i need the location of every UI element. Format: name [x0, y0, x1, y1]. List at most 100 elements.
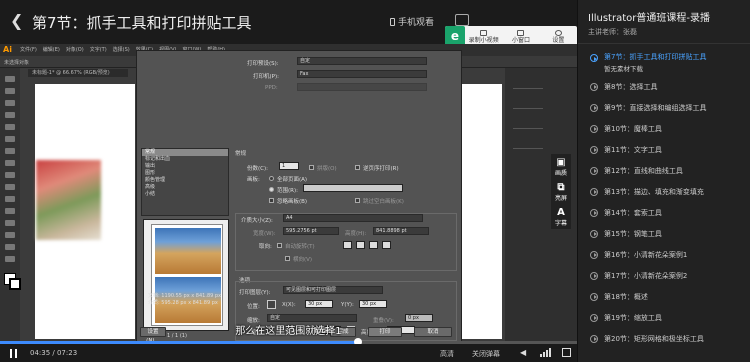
print-layers-select[interactable]: 可见图层和可打印图层 [283, 286, 383, 294]
quality-icon: ▣ [556, 157, 566, 168]
mini-window-button[interactable]: 小窗口 [502, 29, 539, 44]
phone-icon [390, 17, 395, 26]
lesson-item[interactable]: 第16节：小清新花朵案例1 [578, 244, 750, 265]
lesson-item[interactable]: 第12节：直线和曲线工具 [578, 160, 750, 181]
quality-button[interactable]: 高清 [440, 349, 454, 359]
volume-icon[interactable]: ◀ [520, 349, 530, 357]
player-controls: 04:35 / 07:23 高清 关闭弹幕 ◀ [0, 344, 577, 362]
print-preview [143, 219, 229, 331]
pencil-tool-icon [5, 172, 15, 178]
lesson-item[interactable]: 第15节：钢笔工具 [578, 223, 750, 244]
media-size-select[interactable]: A4 [283, 214, 423, 222]
lesson-item[interactable]: 第14节：套索工具 [578, 202, 750, 223]
doc-info-1: 文档: 1190.55 px x 841.89 px [148, 293, 222, 299]
time-display: 04:35 / 07:23 [30, 349, 78, 357]
height-field: 841.8898 pt [373, 227, 429, 235]
printer-select[interactable]: Fax [297, 70, 427, 78]
video-player: ❮ 第7节：抓手工具和打印拼贴工具 手机观看 e 录制小视频 小窗口 设置 Ai… [0, 0, 577, 362]
lesson-label: 第7节：抓手工具和打印拼贴工具 [604, 53, 707, 61]
subtitle-tool-label: 字幕 [554, 220, 567, 227]
category-item-output[interactable]: 输出 [142, 163, 228, 170]
print-layers-label: 打印图层(Y): [239, 290, 271, 296]
panel-row [513, 128, 543, 129]
lesson-item[interactable]: 第17节：小清新花朵案例2 [578, 265, 750, 286]
lesson-item[interactable]: 第8节：选择工具 [578, 76, 750, 97]
category-item-advanced[interactable]: 高级 [142, 184, 228, 191]
scaling-select[interactable]: 自定 [267, 314, 357, 322]
lesson-download-note[interactable]: 暂无素材下载 [578, 62, 750, 76]
line-tool-icon [5, 136, 15, 142]
all-pages-radio[interactable] [269, 176, 274, 181]
doc-info-2: 介质: 595.28 px x 841.89 px [148, 300, 218, 306]
lesson-item[interactable]: 第7节：抓手工具和打印拼贴工具 [578, 46, 750, 62]
brightness-tool-button[interactable]: ⧉ 亮屏 [551, 179, 571, 204]
category-item-marks[interactable]: 标记和出血 [142, 156, 228, 163]
skip-blank-checkbox[interactable] [269, 198, 274, 203]
auto-rotate-checkbox[interactable] [277, 243, 282, 248]
lesson-item[interactable]: 第11节：文字工具 [578, 139, 750, 160]
portrait-icon[interactable] [343, 241, 352, 249]
course-sidebar: Illustrator普通班课程-录播 主讲老师：张磊 第7节：抓手工具和打印拼… [577, 0, 750, 362]
subtitle-icon: A [557, 207, 565, 218]
play-circle-icon [590, 250, 598, 259]
pause-button[interactable] [10, 349, 18, 358]
range-label: 范围(R): [277, 188, 298, 194]
orientation-label: 取向: [259, 244, 272, 250]
lesson-item[interactable]: 第13节：描边、填充和渐变填充 [578, 181, 750, 202]
phone-watch-button[interactable]: 手机观看 [390, 15, 434, 28]
copies-input[interactable]: 1 [279, 162, 299, 170]
skip-blank2-checkbox[interactable] [355, 198, 360, 203]
collate-checkbox[interactable] [309, 165, 314, 170]
lesson-item[interactable]: 第18节：概述 [578, 286, 750, 307]
skip-blank2-label: 跳过空白画板(K) [363, 199, 404, 205]
landscape-icon[interactable] [356, 241, 365, 249]
range-radio[interactable] [269, 187, 274, 192]
reference-point-icon[interactable] [267, 300, 276, 309]
category-item-graphics[interactable]: 图形 [142, 170, 228, 177]
subtitle-tool-button[interactable]: A 字幕 [551, 204, 571, 229]
direct-select-tool-icon [5, 88, 15, 94]
play-circle-icon [590, 103, 598, 112]
side-tools: ▣ 画质 ⧉ 亮屏 A 字幕 [551, 154, 571, 229]
overlap-input[interactable]: 0 px [405, 314, 433, 322]
app-logo-icon[interactable]: e [445, 26, 465, 46]
range-input[interactable] [303, 184, 403, 192]
settings-button[interactable]: 设置 [540, 29, 577, 44]
category-item-summary[interactable]: 小结 [142, 191, 228, 198]
screen-icon[interactable] [455, 14, 469, 26]
y-input[interactable]: 30 px [359, 300, 387, 308]
fullscreen-icon[interactable] [562, 348, 571, 357]
lesson-item[interactable]: 第19节：缩放工具 [578, 307, 750, 328]
ppd-label: PPD: [265, 85, 278, 91]
category-item-color[interactable]: 颜色管理 [142, 177, 228, 184]
panel-row [513, 108, 543, 109]
play-circle-icon [590, 292, 598, 301]
printer-preset-select[interactable]: 自定 [297, 57, 427, 65]
reverse-checkbox[interactable] [355, 165, 360, 170]
reverse-label: 逆页序打印(R) [363, 166, 399, 172]
play-circle-icon [590, 166, 598, 175]
lesson-item[interactable]: 第20节：矩形网格和极坐标工具 [578, 328, 750, 349]
portrait-flip-icon[interactable] [369, 241, 378, 249]
lesson-item[interactable]: 第10节：魔棒工具 [578, 118, 750, 139]
lesson-item[interactable]: 第9节：直接选择和编组选择工具 [578, 97, 750, 118]
quality-tool-button[interactable]: ▣ 画质 [551, 154, 571, 179]
record-clip-button[interactable]: 录制小视频 [465, 29, 502, 44]
ppd-select [297, 83, 427, 91]
play-circle-icon [590, 208, 598, 217]
lesson-label: 第19节：缩放工具 [604, 313, 662, 322]
back-arrow-icon[interactable]: ❮ [10, 12, 26, 30]
video-frame[interactable]: Ai 文件(F) 编辑(E) 对象(O) 文字(T) 选择(S) 效果(C) 视… [0, 44, 577, 344]
x-input[interactable]: 30 px [305, 300, 333, 308]
transverse-checkbox[interactable] [285, 256, 290, 261]
play-circle-icon [590, 145, 598, 154]
danmaku-toggle[interactable]: 关闭弹幕 [472, 349, 500, 359]
settings-label: 设置 [552, 36, 565, 44]
category-item-general[interactable]: 常规 [142, 149, 228, 156]
top-icons [455, 14, 469, 26]
landscape-flip-icon[interactable] [382, 241, 391, 249]
quality-tool-label: 画质 [554, 170, 567, 177]
panel-row [513, 88, 543, 89]
scale-tool-icon [5, 196, 15, 202]
artboard-image [36, 160, 101, 240]
